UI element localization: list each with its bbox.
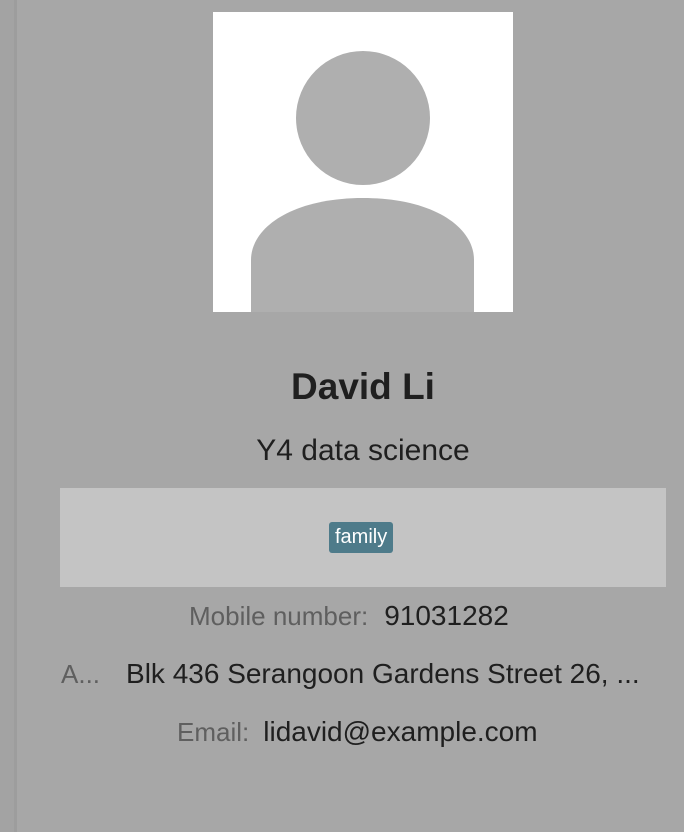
profile-photo xyxy=(213,12,513,312)
person-subtitle: Y4 data science xyxy=(256,434,470,467)
address-label: A... xyxy=(61,659,101,689)
tags-container: family xyxy=(60,488,666,587)
left-panel-divider xyxy=(0,0,17,832)
email-row: Email: lidavid@example.com xyxy=(177,716,538,748)
email-label: Email: xyxy=(177,717,250,747)
mobile-row: Mobile number: 91031282 xyxy=(189,600,509,632)
tag-family: family xyxy=(329,522,394,553)
mobile-value: 91031282 xyxy=(384,600,509,631)
mobile-label: Mobile number: xyxy=(189,601,369,631)
person-detail-panel: David Li Y4 data science family Mobile n… xyxy=(20,0,684,832)
address-value: Blk 436 Serangoon Gardens Street 26, ... xyxy=(126,658,640,689)
avatar-placeholder-icon xyxy=(251,51,474,312)
person-name: David Li xyxy=(291,366,435,407)
address-row: A... Blk 436 Serangoon Gardens Street 26,… xyxy=(61,658,640,690)
email-value: lidavid@example.com xyxy=(263,716,538,747)
